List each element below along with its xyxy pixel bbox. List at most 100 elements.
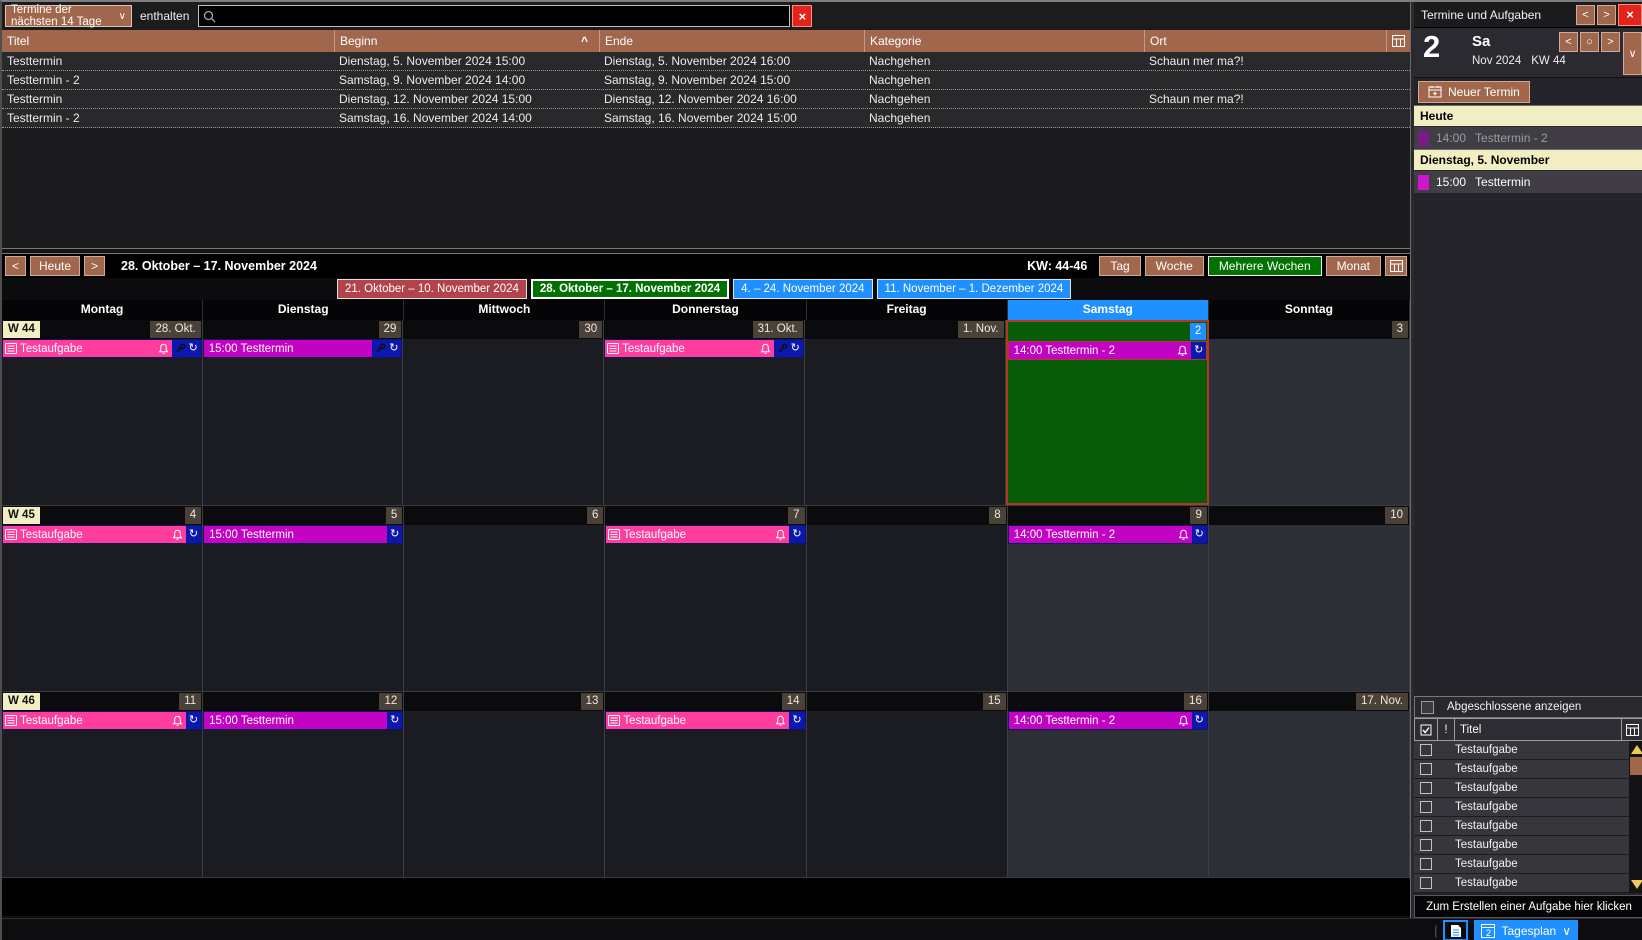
day-cell[interactable]: 10 <box>1209 506 1410 691</box>
day-cell[interactable]: 8 <box>807 506 1008 691</box>
day-cell-today[interactable]: 2 14:00 Testtermin - 2 ↻ <box>1006 320 1210 505</box>
scrollbar-thumb[interactable] <box>1630 757 1642 775</box>
calendar-settings-button[interactable] <box>1385 256 1407 276</box>
task-checkbox[interactable] <box>1420 839 1432 851</box>
day-cell[interactable]: 16 14:00 Testtermin - 2 ↻ <box>1008 692 1209 877</box>
day-cell[interactable]: 30 <box>403 320 604 505</box>
date-next-button[interactable]: > <box>1601 32 1620 52</box>
task-row[interactable]: Testaufgabe <box>1414 760 1642 779</box>
day-cell[interactable]: 1. Nov. <box>805 320 1006 505</box>
date-prev-button[interactable]: < <box>1559 32 1578 52</box>
day-cell[interactable]: W 4611 Testaufgabe ↻ <box>2 692 203 877</box>
day-cell[interactable]: 7 Testaufgabe ↻ <box>605 506 806 691</box>
day-cell[interactable]: 15 <box>807 692 1008 877</box>
range-tab-2-selected[interactable]: 28. Oktober – 17. November 2024 <box>531 279 729 299</box>
task-column-priority[interactable]: ! <box>1438 718 1455 741</box>
calendar-event-task[interactable]: Testaufgabe ↻ <box>2 711 202 730</box>
next-period-button[interactable]: > <box>84 256 105 276</box>
create-task-row[interactable]: Zum Erstellen einer Aufgabe hier klicken <box>1414 895 1642 918</box>
task-scrollbar[interactable] <box>1629 741 1642 893</box>
task-checkbox[interactable] <box>1420 820 1432 832</box>
sidebar-prev-button[interactable]: < <box>1576 5 1595 25</box>
calendar-event-task[interactable]: Testaufgabe ↻ <box>605 525 805 544</box>
sidebar-close-button[interactable]: × <box>1618 4 1642 26</box>
task-checkbox[interactable] <box>1420 744 1432 756</box>
date-picker-dropdown-button[interactable]: ∨ <box>1623 32 1642 75</box>
table-row[interactable]: Testtermin Dienstag, 5. November 2024 15… <box>2 52 1410 71</box>
weekday-header-samstag[interactable]: Samstag <box>1008 300 1209 320</box>
view-multiweek-button[interactable]: Mehrere Wochen <box>1208 256 1322 276</box>
new-appointment-button[interactable]: Neuer Termin <box>1418 81 1530 103</box>
task-column-title[interactable]: Titel <box>1455 718 1622 741</box>
column-header-kategorie[interactable]: Kategorie <box>864 30 1144 52</box>
weekday-header-montag[interactable]: Montag <box>2 300 203 320</box>
show-completed-checkbox[interactable] <box>1421 701 1434 714</box>
day-cell[interactable]: 12 15:00 Testtermin ↻ <box>203 692 404 877</box>
calendar-event-appointment[interactable]: 14:00 Testtermin - 2 ↻ <box>1008 711 1208 730</box>
task-row[interactable]: Testaufgabe <box>1414 798 1642 817</box>
scroll-down-arrow-icon[interactable] <box>1631 880 1642 889</box>
calendar-event-appointment[interactable]: 14:00 Testtermin - 2 ↻ <box>1008 525 1208 544</box>
day-cell[interactable]: W 4428. Okt. Testaufgabe ↻ <box>2 320 203 505</box>
day-cell[interactable]: 5 15:00 Testtermin ↻ <box>203 506 404 691</box>
task-checkbox[interactable] <box>1420 877 1432 889</box>
sidebar-next-button[interactable]: > <box>1597 5 1616 25</box>
close-filter-button[interactable]: × <box>792 5 812 27</box>
column-header-titel[interactable]: Titel <box>2 30 334 52</box>
weekday-header-donnerstag[interactable]: Donnerstag <box>605 300 806 320</box>
calendar-event-task[interactable]: Testaufgabe ↻ <box>604 339 804 358</box>
task-column-chooser-button[interactable] <box>1622 718 1642 741</box>
task-checkbox[interactable] <box>1420 858 1432 870</box>
sidebar-event[interactable]: 14:00 Testtermin - 2 <box>1414 126 1642 149</box>
view-month-button[interactable]: Monat <box>1326 256 1381 276</box>
day-cell[interactable]: 6 <box>404 506 605 691</box>
day-cell[interactable]: 17. Nov. <box>1209 692 1410 877</box>
day-cell[interactable]: W 454 Testaufgabe ↻ <box>2 506 203 691</box>
calendar-event-appointment[interactable]: 15:00 Testtermin ↻ <box>203 711 403 730</box>
task-checkbox[interactable] <box>1420 782 1432 794</box>
table-row[interactable]: Testtermin - 2 Samstag, 9. November 2024… <box>2 71 1410 90</box>
task-row[interactable]: Testaufgabe <box>1414 836 1642 855</box>
task-column-done[interactable] <box>1414 718 1438 741</box>
task-checkbox[interactable] <box>1420 763 1432 775</box>
column-header-ende[interactable]: Ende <box>599 30 864 52</box>
view-week-button[interactable]: Woche <box>1145 256 1204 276</box>
table-row[interactable]: Testtermin Dienstag, 12. November 2024 1… <box>2 90 1410 109</box>
tagesplan-dropdown[interactable]: 2 Tagesplan ∨ <box>1474 920 1578 940</box>
weekday-header-mittwoch[interactable]: Mittwoch <box>404 300 605 320</box>
weekday-header-sonntag[interactable]: Sonntag <box>1209 300 1410 320</box>
task-row[interactable]: Testaufgabe <box>1414 741 1642 760</box>
scroll-up-arrow-icon[interactable] <box>1631 745 1642 754</box>
column-chooser-button[interactable] <box>1386 30 1410 52</box>
day-cell[interactable]: 29 15:00 Testtermin ↻ <box>203 320 404 505</box>
day-cell[interactable]: 31. Okt. Testaufgabe ↻ <box>604 320 805 505</box>
filter-preset-dropdown[interactable]: Termine der nächsten 14 Tage ∨ <box>5 5 132 27</box>
calendar-event-appointment[interactable]: 15:00 Testtermin ↻ <box>203 525 403 544</box>
calendar-event-task[interactable]: Testaufgabe ↻ <box>605 711 805 730</box>
sidebar-event[interactable]: 15:00 Testtermin <box>1414 170 1642 193</box>
task-row[interactable]: Testaufgabe <box>1414 855 1642 874</box>
range-tab-1[interactable]: 21. Oktober – 10. November 2024 <box>337 279 527 299</box>
prev-period-button[interactable]: < <box>5 256 26 276</box>
task-row[interactable]: Testaufgabe <box>1414 779 1642 798</box>
table-row[interactable]: Testtermin - 2 Samstag, 16. November 202… <box>2 109 1410 128</box>
show-completed-row[interactable]: Abgeschlossene anzeigen <box>1414 696 1642 718</box>
task-row[interactable]: Testaufgabe <box>1414 874 1642 893</box>
weekday-header-dienstag[interactable]: Dienstag <box>203 300 404 320</box>
search-input[interactable] <box>216 9 785 23</box>
task-row[interactable]: Testaufgabe <box>1414 817 1642 836</box>
calendar-event-appointment[interactable]: 14:00 Testtermin - 2 ↻ <box>1008 341 1208 360</box>
notes-view-button[interactable] <box>1443 920 1468 940</box>
today-button[interactable]: Heute <box>30 256 80 276</box>
calendar-event-task[interactable]: Testaufgabe ↻ <box>2 339 202 358</box>
date-today-button[interactable]: ○ <box>1580 32 1599 52</box>
view-day-button[interactable]: Tag <box>1099 256 1140 276</box>
filter-operator-label[interactable]: enthalten <box>140 9 189 23</box>
range-tab-4[interactable]: 11. November – 1. Dezember 2024 <box>877 279 1072 299</box>
day-cell[interactable]: 13 <box>404 692 605 877</box>
day-cell[interactable]: 3 <box>1209 320 1410 505</box>
calendar-event-appointment[interactable]: 15:00 Testtermin ↻ <box>203 339 403 358</box>
column-header-ort[interactable]: Ort <box>1144 30 1386 52</box>
day-cell[interactable]: 14 Testaufgabe ↻ <box>605 692 806 877</box>
calendar-event-task[interactable]: Testaufgabe ↻ <box>2 525 202 544</box>
